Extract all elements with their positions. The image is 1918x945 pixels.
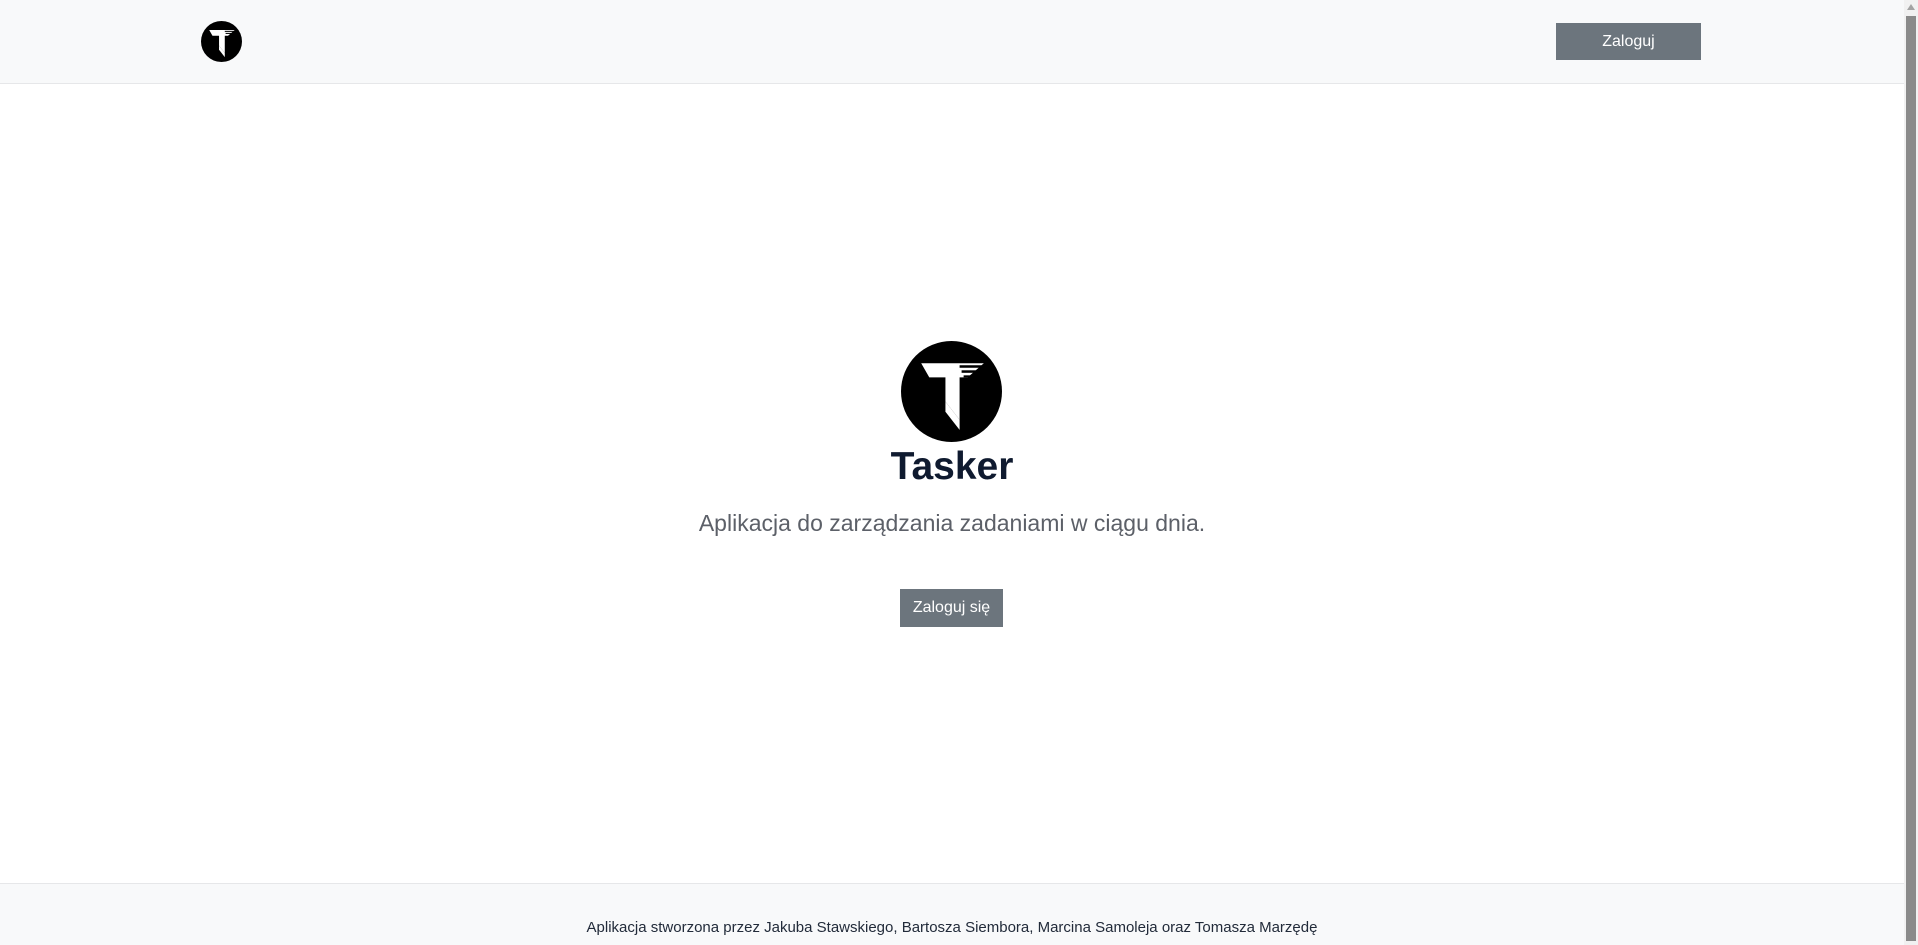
page: Zaloguj Tasker Aplikacja do zarządzania … <box>0 0 1918 945</box>
footer: Aplikacja stworzona przez Jakuba Stawski… <box>0 883 1904 945</box>
vertical-scrollbar[interactable] <box>1904 0 1918 945</box>
tasker-logo-icon <box>901 341 1002 442</box>
login-button[interactable]: Zaloguj się <box>900 589 1003 627</box>
footer-credits: Aplikacja stworzona przez Jakuba Stawski… <box>586 919 1318 936</box>
navbar: Zaloguj <box>0 0 1904 84</box>
navbar-login-button[interactable]: Zaloguj <box>1556 23 1701 60</box>
page-title: Tasker <box>890 445 1014 488</box>
page-subtitle: Aplikacja do zarządzania zadaniami w cią… <box>698 510 1206 536</box>
tasker-logo-icon[interactable] <box>201 21 242 62</box>
scroll-up-arrow-icon[interactable] <box>1904 0 1918 14</box>
scrollbar-thumb[interactable] <box>1906 16 1916 941</box>
